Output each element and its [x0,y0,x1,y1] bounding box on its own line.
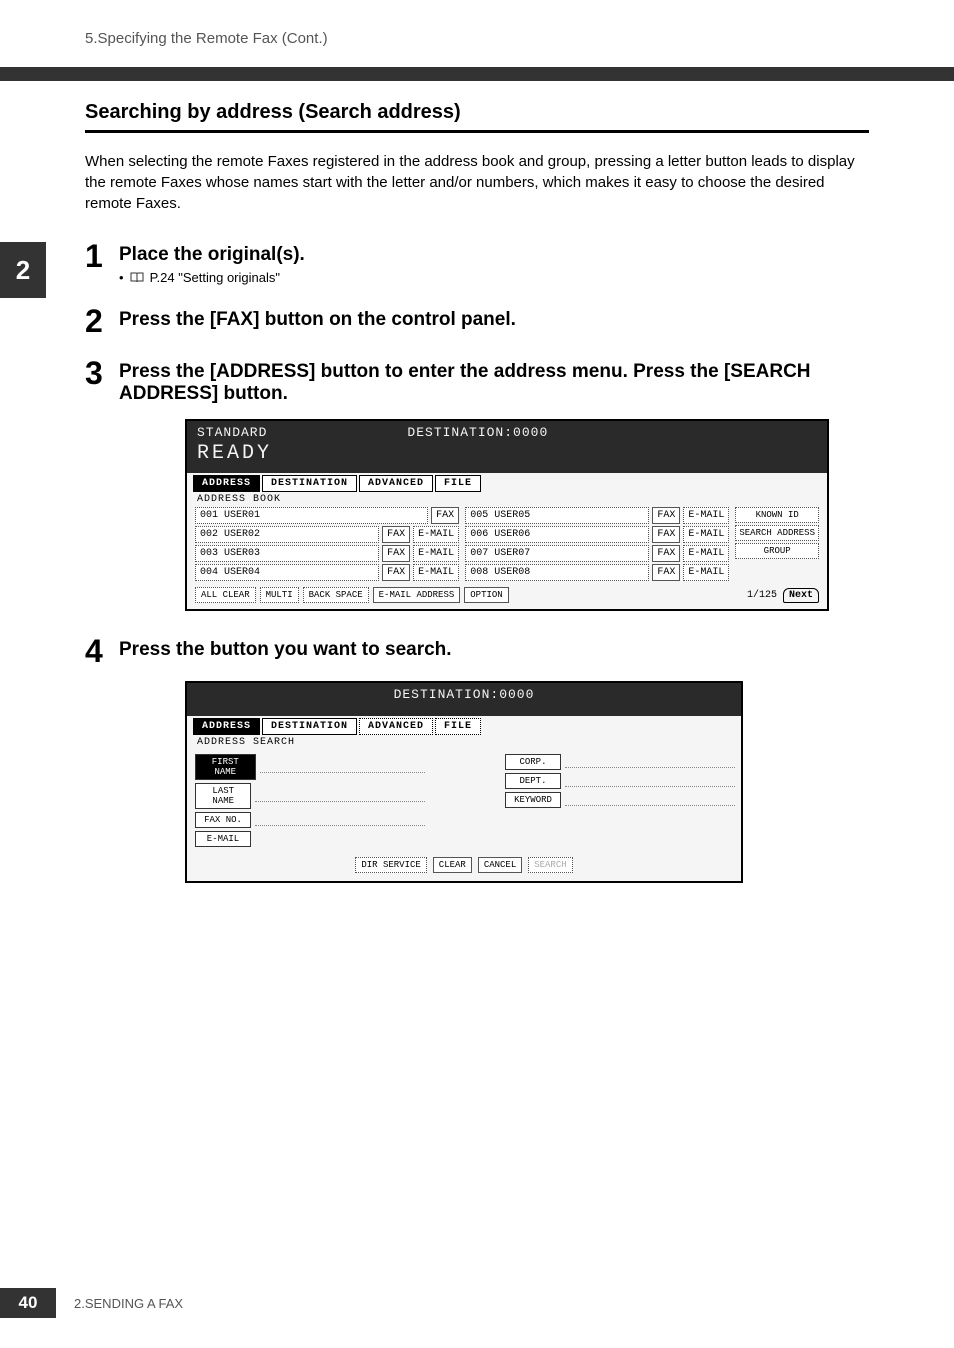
title-rule [85,130,869,133]
first-name-field[interactable] [260,761,425,773]
fax-button[interactable]: FAX [382,526,410,543]
fax-button[interactable]: FAX [652,545,680,562]
step-3: 3 Press the [ADDRESS] button to enter th… [85,361,869,405]
addr-entry[interactable]: 001 USER01 [195,507,428,524]
keyword-button[interactable]: KEYWORD [505,792,561,808]
page-footer: 40 2.SENDING A FAX [0,1288,183,1318]
addr-entry[interactable]: 008 USER08 [465,564,649,581]
multi-button[interactable]: MULTI [260,587,299,603]
step-sub-text: P.24 "Setting originals" [150,270,280,285]
addr-entry[interactable]: 006 USER06 [465,526,649,543]
search-address-button[interactable]: SEARCH ADDRESS [735,525,819,541]
email-button[interactable]: E-MAIL [683,526,729,543]
step-number: 2 [85,305,119,337]
backspace-button[interactable]: BACK SPACE [303,587,369,603]
step-number: 4 [85,635,119,667]
dept-button[interactable]: DEPT. [505,773,561,789]
fax-no-field[interactable] [255,814,425,826]
first-name-button[interactable]: FIRST NAME [195,754,256,780]
email-button[interactable]: E-MAIL [413,564,459,581]
chapter-tab: 2 [0,242,46,298]
breadcrumb: 5.Specifying the Remote Fax (Cont.) [85,30,328,47]
tab-address[interactable]: ADDRESS [193,718,260,735]
email-button[interactable]: E-MAIL [195,831,251,847]
dept-field[interactable] [565,775,735,787]
email-button[interactable]: E-MAIL [413,526,459,543]
step-title: Press the button you want to search. [119,639,869,661]
tab-address[interactable]: ADDRESS [193,475,260,492]
group-button[interactable]: GROUP [735,543,819,559]
email-button[interactable]: E-MAIL [683,545,729,562]
fax-button[interactable]: FAX [652,564,680,581]
section-title: Searching by address (Search address) [85,101,869,124]
fax-no-button[interactable]: FAX NO. [195,812,251,828]
destination-label: DESTINATION:0000 [197,687,731,702]
fax-button[interactable]: FAX [382,564,410,581]
fax-button[interactable]: FAX [652,507,680,524]
fax-button[interactable]: FAX [382,545,410,562]
screenshot-address-search: DESTINATION:0000 ADDRESS DESTINATION ADV… [185,681,743,883]
fax-button[interactable]: FAX [652,526,680,543]
tab-advanced[interactable]: ADVANCED [359,718,433,735]
tab-destination[interactable]: DESTINATION [262,475,357,492]
addr-entry[interactable]: 004 USER04 [195,564,379,581]
all-clear-button[interactable]: ALL CLEAR [195,587,256,603]
email-address-button[interactable]: E-MAIL ADDRESS [373,587,461,603]
fax-button[interactable]: FAX [431,507,459,524]
tab-file[interactable]: FILE [435,475,481,492]
email-button[interactable]: E-MAIL [413,545,459,562]
email-button[interactable]: E-MAIL [683,507,729,524]
header-band [0,67,954,81]
next-button[interactable]: Next [783,588,819,603]
corp-field[interactable] [565,756,735,768]
last-name-button[interactable]: LAST NAME [195,783,251,809]
page-number: 40 [0,1288,56,1318]
known-id-button[interactable]: KNOWN ID [735,507,819,523]
corp-button[interactable]: CORP. [505,754,561,770]
step-number: 1 [85,240,119,285]
page-indicator: 1/125 [747,590,777,601]
step-1: 1 Place the original(s). • P.24 "Setting… [85,244,869,285]
addr-entry[interactable]: 007 USER07 [465,545,649,562]
tab-destination[interactable]: DESTINATION [262,718,357,735]
last-name-field[interactable] [255,790,425,802]
tab-advanced[interactable]: ADVANCED [359,475,433,492]
footer-chapter: 2.SENDING A FAX [74,1296,183,1311]
bullet: • [119,270,124,285]
address-search-label: ADDRESS SEARCH [187,735,741,750]
search-button[interactable]: SEARCH [528,857,572,873]
step-title: Press the [ADDRESS] button to enter the … [119,361,869,405]
clear-button[interactable]: CLEAR [433,857,472,873]
mode-label: STANDARD [197,425,267,440]
step-title: Press the [FAX] button on the control pa… [119,309,869,331]
destination-label: DESTINATION:0000 [407,425,548,440]
ready-label: READY [197,442,817,465]
screenshot-address-book: STANDARD DESTINATION:0000 READY ADDRESS … [185,419,829,611]
step-2: 2 Press the [FAX] button on the control … [85,309,869,337]
keyword-field[interactable] [565,794,735,806]
step-number: 3 [85,357,119,405]
step-4: 4 Press the button you want to search. [85,639,869,667]
book-icon [130,272,144,283]
cancel-button[interactable]: CANCEL [478,857,522,873]
address-book-label: ADDRESS BOOK [187,492,827,507]
intro-text: When selecting the remote Faxes register… [85,151,869,214]
addr-entry[interactable]: 003 USER03 [195,545,379,562]
tab-file[interactable]: FILE [435,718,481,735]
email-button[interactable]: E-MAIL [683,564,729,581]
dir-service-button[interactable]: DIR SERVICE [355,857,426,873]
addr-entry[interactable]: 005 USER05 [465,507,649,524]
addr-entry[interactable]: 002 USER02 [195,526,379,543]
step-title: Place the original(s). [119,244,869,266]
option-button[interactable]: OPTION [464,587,508,603]
